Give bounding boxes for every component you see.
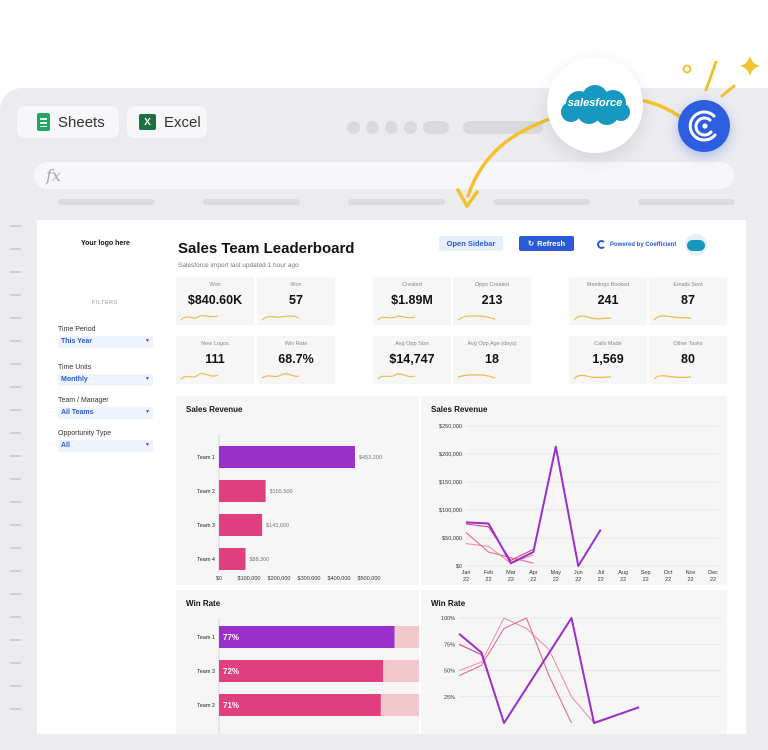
salesforce-badge: salesforce — [547, 57, 643, 153]
sparkle-dot — [682, 64, 692, 74]
connector-overlay — [456, 56, 760, 208]
sparkle-ray — [704, 60, 718, 92]
coefficient-badge — [678, 100, 730, 152]
connector-arrow — [466, 116, 554, 198]
sparkle-star-icon — [740, 56, 760, 76]
coefficient-logo-icon — [688, 110, 717, 142]
salesforce-logo-text: salesforce — [567, 97, 623, 109]
screenshot-root: Sheets X Excel fx Your logo here FILTERS… — [0, 0, 768, 750]
sparkle-ray — [720, 84, 736, 98]
